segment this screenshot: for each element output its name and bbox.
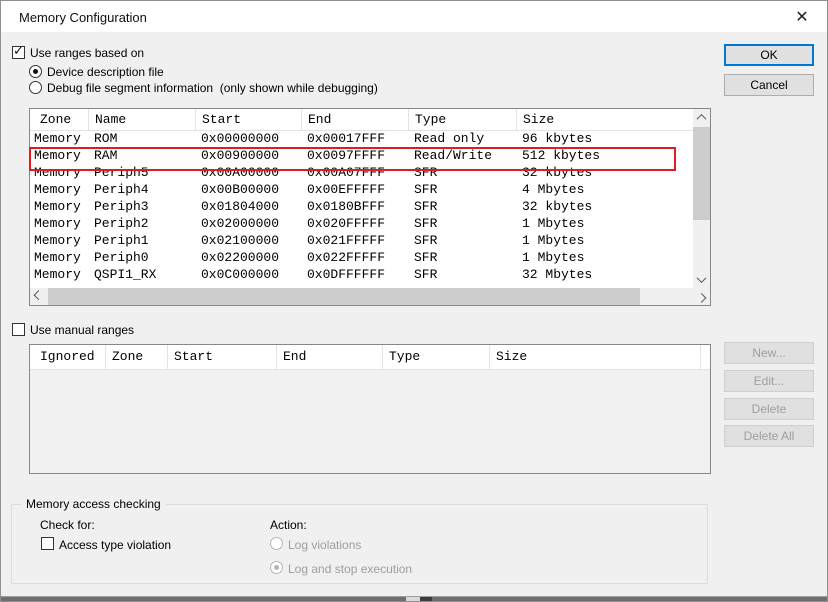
close-icon[interactable]: ✕ bbox=[789, 6, 815, 28]
device-description-label: Device description file bbox=[47, 65, 164, 79]
manual-table-body-empty bbox=[30, 370, 710, 473]
table-row[interactable]: MemoryPeriph10x021000000x021FFFFFSFR1 Mb… bbox=[30, 233, 693, 250]
new-button[interactable]: New... bbox=[724, 342, 814, 364]
use-manual-ranges-label: Use manual ranges bbox=[30, 323, 134, 337]
window-bottom-edge bbox=[1, 596, 827, 601]
table-row[interactable]: MemoryROM0x000000000x00017FFFRead only96… bbox=[30, 131, 693, 148]
device-table-body: MemoryROM0x000000000x00017FFFRead only96… bbox=[30, 131, 693, 284]
debug-segment-radio[interactable] bbox=[29, 81, 42, 94]
chevron-down-icon bbox=[697, 273, 707, 283]
groupbox-title: Memory access checking bbox=[21, 497, 166, 511]
log-and-stop-radio[interactable] bbox=[270, 561, 283, 574]
delete-button[interactable]: Delete bbox=[724, 398, 814, 420]
table-row[interactable]: MemoryPeriph50x00A000000x00A07FFFSFR32 k… bbox=[30, 165, 693, 182]
table-row[interactable]: MemoryPeriph00x022000000x022FFFFFSFR1 Mb… bbox=[30, 250, 693, 267]
chevron-up-icon bbox=[697, 114, 707, 124]
device-ranges-table: Zone Name Start End Type Size MemoryROM0… bbox=[29, 108, 711, 306]
table-row[interactable]: MemoryQSPI1_RX0x0C0000000x0DFFFFFFSFR32 … bbox=[30, 267, 693, 284]
log-and-stop-label: Log and stop execution bbox=[288, 562, 412, 576]
column-header-ignored: Ignored bbox=[30, 345, 106, 369]
table-row[interactable]: MemoryPeriph40x00B000000x00EFFFFFSFR4 Mb… bbox=[30, 182, 693, 199]
cancel-button[interactable]: Cancel bbox=[724, 74, 814, 96]
delete-all-button[interactable]: Delete All bbox=[724, 425, 814, 447]
table-row[interactable]: MemoryPeriph20x020000000x020FFFFFSFR1 Mb… bbox=[30, 216, 693, 233]
manual-table-header: Ignored Zone Start End Type Size bbox=[30, 345, 710, 370]
chevron-left-icon bbox=[34, 290, 44, 300]
scroll-up-button[interactable] bbox=[693, 109, 710, 126]
column-header-start: Start bbox=[196, 109, 302, 130]
column-header-type: Type bbox=[383, 345, 490, 369]
dialog-title: Memory Configuration bbox=[19, 10, 147, 25]
column-header-end: End bbox=[302, 109, 409, 130]
memory-configuration-dialog: Memory Configuration ✕ ✓ Use ranges base… bbox=[0, 0, 828, 602]
manual-ranges-table: Ignored Zone Start End Type Size bbox=[29, 344, 711, 474]
use-ranges-label: Use ranges based on bbox=[30, 46, 144, 60]
scroll-left-button[interactable] bbox=[30, 288, 47, 305]
column-header-size: Size bbox=[517, 109, 693, 130]
memory-access-groupbox: Memory access checking Check for: Access… bbox=[11, 504, 708, 584]
checkmark-icon: ✓ bbox=[13, 44, 24, 57]
column-header-type: Type bbox=[409, 109, 517, 130]
horizontal-scroll-thumb[interactable] bbox=[48, 288, 640, 305]
edit-button[interactable]: Edit... bbox=[724, 370, 814, 392]
vertical-scroll-thumb[interactable] bbox=[693, 127, 710, 220]
table-row[interactable]: MemoryPeriph30x018040000x0180BFFFSFR32 k… bbox=[30, 199, 693, 216]
log-violations-label: Log violations bbox=[288, 538, 361, 552]
ok-button[interactable]: OK bbox=[724, 44, 814, 66]
device-description-radio[interactable] bbox=[29, 65, 42, 78]
scroll-down-button[interactable] bbox=[693, 271, 710, 288]
table-row-highlighted[interactable]: MemoryRAM0x009000000x0097FFFFRead/Write5… bbox=[30, 148, 693, 165]
column-header-zone: Zone bbox=[30, 109, 89, 130]
use-ranges-checkbox[interactable]: ✓ bbox=[12, 46, 25, 59]
device-table-header: Zone Name Start End Type Size bbox=[30, 109, 693, 131]
action-label: Action: bbox=[270, 518, 307, 532]
use-manual-ranges-checkbox[interactable] bbox=[12, 323, 25, 336]
access-type-violation-label: Access type violation bbox=[59, 538, 171, 552]
column-header-start: Start bbox=[168, 345, 277, 369]
chevron-right-icon bbox=[697, 293, 707, 303]
access-type-violation-checkbox[interactable] bbox=[41, 537, 54, 550]
title-bar: Memory Configuration ✕ bbox=[1, 1, 827, 32]
column-header-name: Name bbox=[89, 109, 196, 130]
log-violations-radio[interactable] bbox=[270, 537, 283, 550]
column-header-end: End bbox=[277, 345, 383, 369]
column-header-size: Size bbox=[490, 345, 701, 369]
horizontal-scrollbar[interactable] bbox=[30, 288, 710, 305]
check-for-label: Check for: bbox=[40, 518, 95, 532]
scroll-right-button[interactable] bbox=[693, 288, 710, 305]
column-header-zone: Zone bbox=[106, 345, 168, 369]
debug-segment-label: Debug file segment information (only sho… bbox=[47, 81, 378, 95]
vertical-scrollbar[interactable] bbox=[693, 109, 710, 288]
